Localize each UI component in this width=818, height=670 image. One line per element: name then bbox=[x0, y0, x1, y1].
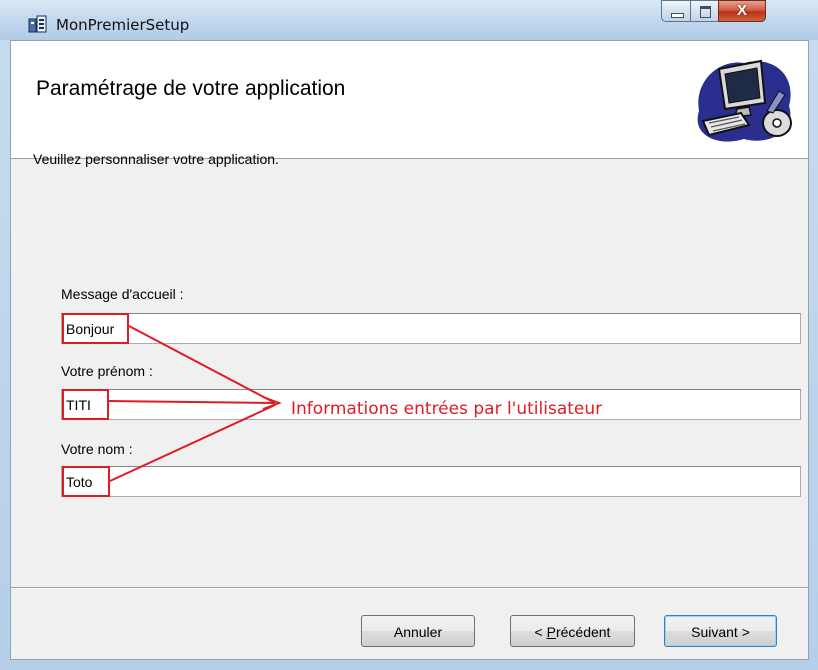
previous-button[interactable]: < Précédent bbox=[510, 615, 635, 647]
previous-mnemonic: P bbox=[546, 624, 556, 640]
first-name-label: Votre prénom : bbox=[61, 363, 153, 379]
page-title: Paramétrage de votre application bbox=[36, 77, 346, 100]
close-icon: X bbox=[736, 2, 747, 19]
last-name-label: Votre nom : bbox=[61, 441, 133, 457]
close-button[interactable]: X bbox=[718, 0, 766, 22]
footer-separator bbox=[11, 587, 808, 589]
maximize-icon bbox=[700, 6, 711, 18]
cancel-button[interactable]: Annuler bbox=[361, 615, 475, 647]
instruction-text: Veuillez personnaliser votre application… bbox=[33, 151, 279, 167]
last-name-field[interactable] bbox=[61, 466, 801, 497]
welcome-message-label: Message d'accueil : bbox=[61, 286, 184, 302]
window-title: MonPremierSetup bbox=[56, 16, 190, 34]
user-input-annotation: Informations entrées par l'utilisateur bbox=[291, 399, 603, 419]
computer-setup-icon bbox=[697, 59, 792, 142]
minimize-icon bbox=[671, 13, 684, 18]
maximize-button[interactable] bbox=[690, 0, 719, 22]
header-banner: Paramétrage de votre application bbox=[11, 41, 808, 159]
title-bar[interactable]: MonPremierSetup X bbox=[0, 0, 818, 40]
next-button[interactable]: Suivant > bbox=[664, 615, 777, 647]
dialog-client-area: Paramétrage de votre application Veuille… bbox=[10, 40, 809, 660]
previous-prefix: < bbox=[534, 624, 547, 640]
welcome-message-field[interactable] bbox=[61, 313, 801, 344]
installer-window: MonPremierSetup X Paramétrage de votre a… bbox=[0, 0, 818, 670]
installer-app-icon bbox=[28, 15, 47, 33]
previous-rest: récédent bbox=[555, 624, 611, 640]
minimize-button[interactable] bbox=[661, 0, 691, 22]
